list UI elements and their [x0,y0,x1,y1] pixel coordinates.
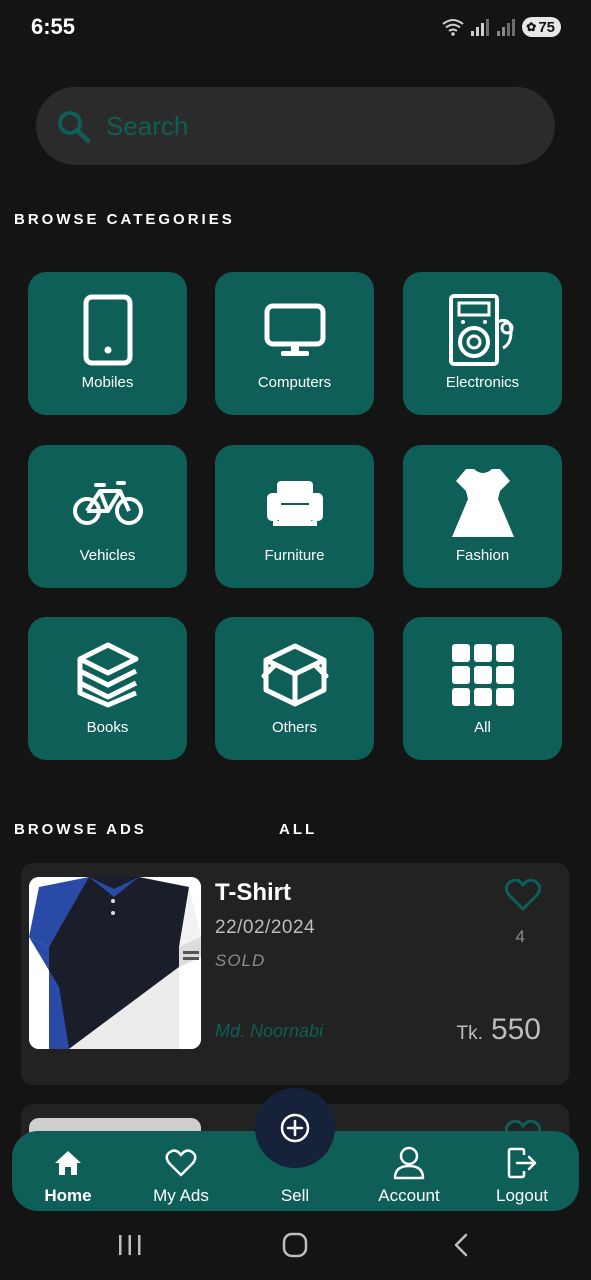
logout-icon [507,1147,537,1179]
ad-status: SOLD [215,951,266,970]
ads-filter-all[interactable]: ALL [279,821,317,838]
browse-categories-heading: BROWSE CATEGORIES [14,211,235,228]
bicycle-icon [72,481,143,525]
nav-home[interactable]: Home [18,1131,118,1211]
speaker-icon [448,294,513,366]
category-label: Electronics [445,374,520,391]
home-icon [55,1151,81,1175]
ad-like-count: 4 [515,927,525,946]
system-nav-bar [0,1218,591,1280]
category-label: Computers [257,374,332,391]
ad-title: T-Shirt [215,879,291,906]
ad-seller: Md. Noornabi [215,1021,324,1041]
grid-icon [451,644,514,706]
battery-leaf-icon: ✿ [526,20,537,34]
browse-ads-heading: BROWSE ADS [14,821,147,838]
status-icons: ✿ 75 [442,16,561,38]
nav-label: Logout [496,1186,548,1205]
category-label: Books [86,719,129,736]
category-fashion[interactable]: Fashion [403,445,562,588]
nav-label: Sell [280,1186,310,1205]
ad-card[interactable]: T-Shirt 22/02/2024 SOLD Md. Noornabi Tk.… [21,863,569,1085]
status-time: 6:55 [31,14,76,39]
plus-circle-icon [280,1113,310,1143]
category-label: Fashion [455,547,510,564]
monitor-icon [264,303,325,356]
books-icon [77,642,138,708]
heart-icon [165,1149,197,1177]
signal-2-icon [497,19,516,36]
category-label: Others [271,719,317,736]
category-label: Vehicles [79,547,136,564]
dress-icon [451,469,514,537]
category-electronics[interactable]: Electronics [403,272,562,415]
ad-price-amount: 550 [490,1013,541,1046]
armchair-icon [266,481,323,526]
user-icon [393,1146,425,1180]
category-books[interactable]: Books [28,617,187,760]
category-computers[interactable]: Computers [215,272,374,415]
favorite-heart-icon[interactable] [505,879,541,911]
category-others[interactable]: Others [215,617,374,760]
category-label: Furniture [264,547,325,564]
recents-icon[interactable] [117,1232,143,1258]
category-label: Mobiles [81,374,134,391]
sell-fab-button[interactable] [255,1088,335,1168]
nav-account[interactable]: Account [359,1131,459,1211]
search-input[interactable] [106,87,536,165]
box-icon [261,643,328,707]
nav-label: My Ads [153,1186,209,1205]
wifi-icon [442,19,464,36]
search-icon [58,111,91,144]
ad-date: 22/02/2024 [215,917,316,938]
home-button-icon[interactable] [282,1232,308,1258]
category-mobiles[interactable]: Mobiles [28,272,187,415]
signal-icon [471,19,490,36]
status-bar: 6:55 ✿ 75 [0,0,591,56]
category-furniture[interactable]: Furniture [215,445,374,588]
back-icon[interactable] [450,1232,474,1258]
nav-label: Account [378,1186,440,1205]
category-vehicles[interactable]: Vehicles [28,445,187,588]
battery-level: 75 [538,18,555,36]
search-bar[interactable] [36,87,555,165]
category-label: All [474,719,491,736]
nav-label: Home [44,1186,92,1205]
category-all[interactable]: All [403,617,562,760]
nav-my-ads[interactable]: My Ads [131,1131,231,1211]
battery-indicator: ✿ 75 [522,17,561,37]
ad-image [29,877,201,1049]
ad-price: Tk. 550 [457,1013,541,1047]
mobile-icon [83,294,132,366]
nav-logout[interactable]: Logout [472,1131,572,1211]
tshirt-image [29,877,201,1049]
ad-price-currency: Tk. [456,1023,483,1044]
